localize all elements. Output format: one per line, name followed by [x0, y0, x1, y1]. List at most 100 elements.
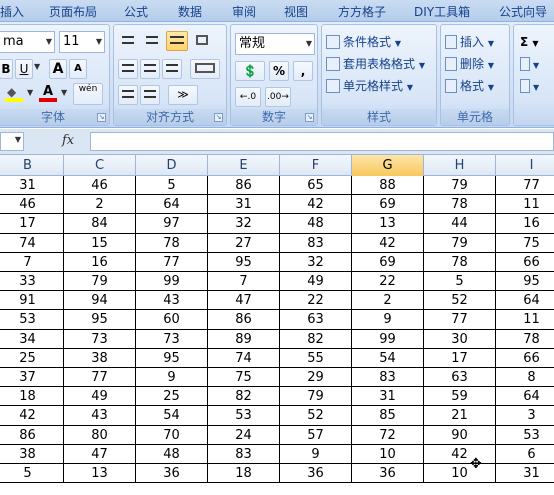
- cell[interactable]: 10: [424, 464, 496, 484]
- cell[interactable]: 73: [64, 329, 136, 349]
- cell[interactable]: 54: [352, 348, 424, 368]
- tab-insert[interactable]: 插入: [0, 3, 24, 20]
- cell[interactable]: 31: [0, 176, 64, 196]
- cell[interactable]: 22: [352, 272, 424, 292]
- cell[interactable]: 60: [136, 310, 208, 330]
- cell[interactable]: 22: [280, 291, 352, 311]
- cell[interactable]: 27: [208, 233, 280, 253]
- column-header-d[interactable]: D: [136, 155, 208, 176]
- cell[interactable]: 42: [0, 406, 64, 426]
- cell[interactable]: 15: [64, 233, 136, 253]
- cell[interactable]: 31: [496, 464, 554, 484]
- cell[interactable]: 11: [496, 195, 554, 215]
- cell[interactable]: 66: [496, 252, 554, 272]
- cell[interactable]: 95: [64, 310, 136, 330]
- cell[interactable]: 77: [496, 176, 554, 196]
- cell[interactable]: 69: [352, 252, 424, 272]
- cell[interactable]: 13: [352, 214, 424, 234]
- cell[interactable]: 5: [424, 272, 496, 292]
- cell[interactable]: 83: [352, 368, 424, 388]
- cell[interactable]: 86: [0, 425, 64, 445]
- cell[interactable]: 95: [208, 252, 280, 272]
- dialog-launcher-icon[interactable]: ↘: [97, 113, 106, 122]
- cell[interactable]: 55: [280, 348, 352, 368]
- cell[interactable]: 85: [352, 406, 424, 426]
- cell[interactable]: 82: [208, 387, 280, 407]
- font-name-select[interactable]: ma ▼: [0, 31, 55, 53]
- align-bottom-button[interactable]: [166, 31, 188, 51]
- cell[interactable]: 47: [208, 291, 280, 311]
- grow-font-button[interactable]: A: [49, 59, 67, 79]
- phonetic-guide-button[interactable]: wén: [73, 83, 103, 105]
- cell[interactable]: 17: [0, 214, 64, 234]
- cell[interactable]: 47: [64, 444, 136, 464]
- cell[interactable]: 89: [208, 329, 280, 349]
- wrap-text-button[interactable]: [192, 31, 212, 51]
- cell[interactable]: 79: [64, 272, 136, 292]
- cell[interactable]: 36: [352, 464, 424, 484]
- cell[interactable]: 25: [0, 348, 64, 368]
- cell[interactable]: 49: [280, 272, 352, 292]
- cell[interactable]: 32: [208, 214, 280, 234]
- cell[interactable]: 48: [136, 444, 208, 464]
- cell[interactable]: 80: [64, 425, 136, 445]
- cell[interactable]: 10: [352, 444, 424, 464]
- tab-data[interactable]: 数据: [178, 3, 202, 20]
- cell[interactable]: 53: [0, 310, 64, 330]
- cell[interactable]: 73: [136, 329, 208, 349]
- column-header-f[interactable]: F: [280, 155, 352, 176]
- increase-decimal-button[interactable]: ←.0: [235, 87, 261, 107]
- cell[interactable]: 90: [424, 425, 496, 445]
- column-header-b[interactable]: B: [0, 155, 64, 176]
- cell[interactable]: 16: [496, 214, 554, 234]
- dialog-launcher-icon[interactable]: ↘: [305, 113, 314, 122]
- delete-cells-button[interactable]: 删除 ▼: [445, 55, 494, 73]
- cell[interactable]: 78: [136, 233, 208, 253]
- column-header-h[interactable]: H: [424, 155, 496, 176]
- cell[interactable]: 91: [0, 291, 64, 311]
- cell[interactable]: 88: [352, 176, 424, 196]
- clear-button[interactable]: ▼: [520, 77, 539, 95]
- cell[interactable]: 57: [280, 425, 352, 445]
- cell[interactable]: 46: [64, 176, 136, 196]
- cell[interactable]: 74: [0, 233, 64, 253]
- cell[interactable]: 64: [136, 195, 208, 215]
- accounting-format-button[interactable]: 💲: [235, 61, 265, 81]
- cell[interactable]: 44: [424, 214, 496, 234]
- cell[interactable]: 25: [136, 387, 208, 407]
- cell[interactable]: 79: [280, 387, 352, 407]
- cell[interactable]: 77: [136, 252, 208, 272]
- cell[interactable]: 48: [280, 214, 352, 234]
- cell[interactable]: 29: [280, 368, 352, 388]
- cell[interactable]: 32: [280, 252, 352, 272]
- cell[interactable]: 78: [424, 252, 496, 272]
- cell[interactable]: 2: [64, 195, 136, 215]
- cell[interactable]: 86: [208, 310, 280, 330]
- cell[interactable]: 53: [208, 406, 280, 426]
- worksheet-grid[interactable]: BCDEFGHI 31 46 5 86 65 88 79 77 46 2 64 31 42 69 78 11 1…: [0, 155, 554, 495]
- cell[interactable]: 36: [136, 464, 208, 484]
- fill-color-button[interactable]: ◆: [5, 85, 25, 103]
- bold-button[interactable]: B: [0, 59, 13, 79]
- cell[interactable]: 5: [136, 176, 208, 196]
- tab-fangfang[interactable]: 方方格子: [338, 3, 386, 20]
- cell[interactable]: 99: [136, 272, 208, 292]
- cell[interactable]: 9: [136, 368, 208, 388]
- column-header-g[interactable]: G: [352, 155, 424, 176]
- cell[interactable]: 52: [280, 406, 352, 426]
- cell[interactable]: 38: [64, 348, 136, 368]
- fill-button[interactable]: ▼: [520, 55, 539, 73]
- cell[interactable]: 43: [136, 291, 208, 311]
- tab-page-layout[interactable]: 页面布局: [49, 3, 97, 20]
- cell[interactable]: 11: [496, 310, 554, 330]
- cell[interactable]: 99: [352, 329, 424, 349]
- column-header-i[interactable]: I: [496, 155, 554, 176]
- cell[interactable]: 18: [208, 464, 280, 484]
- cell[interactable]: 54: [136, 406, 208, 426]
- cell[interactable]: 5: [0, 464, 64, 484]
- formula-input[interactable]: [90, 132, 554, 151]
- decrease-indent-button[interactable]: [118, 85, 138, 105]
- column-header-e[interactable]: E: [208, 155, 280, 176]
- cell[interactable]: 69: [352, 195, 424, 215]
- cell[interactable]: 42: [424, 444, 496, 464]
